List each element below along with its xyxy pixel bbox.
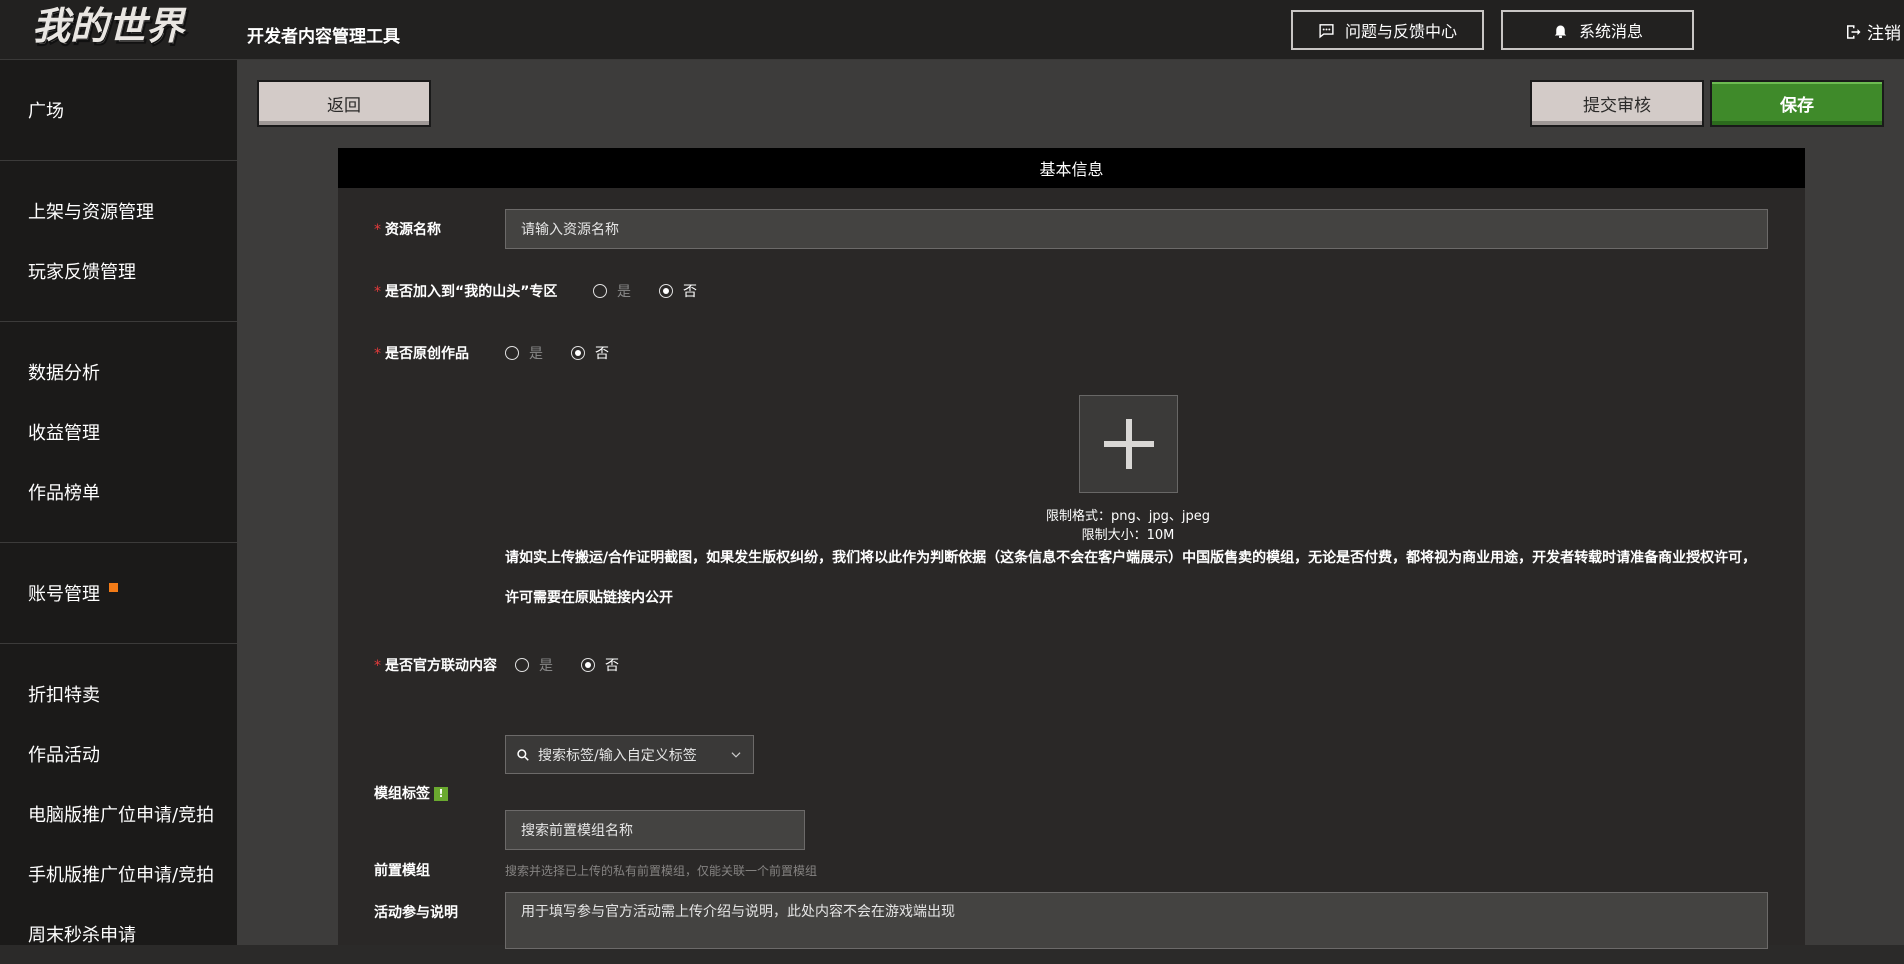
mod-tags-label-text: 模组标签 <box>374 786 430 802</box>
logout-label: 注销 <box>1867 24 1901 44</box>
upload-format-hint: 限制格式：png、jpg、jpeg <box>1046 509 1210 524</box>
official-collab-label: * 是否官方联动内容 <box>374 655 497 675</box>
radio-label: 是 <box>529 346 543 362</box>
search-icon <box>517 748 529 761</box>
sidebar-item-pc-promo[interactable]: 电脑版推广位申请/竞拍 <box>0 784 237 844</box>
logout-icon <box>1847 24 1861 39</box>
sidebar: 广场 上架与资源管理 玩家反馈管理 数据分析 收益管理 作品榜单 账号管理 折扣… <box>0 60 237 946</box>
join-zone-radio-group: 是 否 <box>593 281 725 301</box>
radio-label: 是 <box>617 284 631 300</box>
radio-label: 否 <box>605 658 619 674</box>
tag-search-placeholder: 搜索标签/输入自定义标签 <box>538 747 697 764</box>
bell-icon <box>1554 25 1567 38</box>
basic-info-panel: 基本信息 * 资源名称 请输入资源名称 * 是否加入到“我的山头”专区 是 否 * 是… <box>338 148 1805 949</box>
join-zone-label-text: 是否加入到“我的山头”专区 <box>385 284 558 300</box>
join-zone-label: * 是否加入到“我的山头”专区 <box>374 281 557 301</box>
top-bar: 我的世界 我的世界 开发者内容管理工具 问题与反馈中心 系统消息 注销 <box>0 0 1904 60</box>
app-title: 开发者内容管理工具 <box>247 27 400 47</box>
sidebar-group-analytics: 数据分析 收益管理 作品榜单 <box>0 322 237 543</box>
sidebar-group-resources: 上架与资源管理 玩家反馈管理 <box>0 161 237 322</box>
radio-circle-selected <box>659 284 673 298</box>
radio-circle <box>593 284 607 298</box>
feedback-center-button[interactable]: 问题与反馈中心 <box>1291 10 1484 50</box>
official-collab-label-text: 是否官方联动内容 <box>385 658 497 674</box>
official-collab-yes-radio[interactable]: 是 <box>515 655 553 675</box>
sidebar-item-weekend-flash[interactable]: 周末秒杀申请 <box>0 904 237 964</box>
minecraft-logo[interactable]: 我的世界 我的世界 <box>30 4 205 54</box>
sidebar-item-listing-management[interactable]: 上架与资源管理 <box>0 181 237 241</box>
system-messages-button[interactable]: 系统消息 <box>1501 10 1694 50</box>
sidebar-item-data-analysis[interactable]: 数据分析 <box>0 342 237 402</box>
sidebar-item-rankings[interactable]: 作品榜单 <box>0 462 237 522</box>
radio-circle <box>515 658 529 672</box>
sidebar-group-promotions: 折扣特卖 作品活动 电脑版推广位申请/竞拍 手机版推广位申请/竞拍 周末秒杀申请 <box>0 644 237 964</box>
required-mark: * <box>374 658 381 674</box>
sidebar-item-account-label: 账号管理 <box>28 584 100 605</box>
original-work-label: * 是否原创作品 <box>374 343 469 363</box>
system-messages-label: 系统消息 <box>1578 22 1643 41</box>
sidebar-item-player-feedback[interactable]: 玩家反馈管理 <box>0 241 237 301</box>
sidebar-item-discount-sale[interactable]: 折扣特卖 <box>0 664 237 724</box>
radio-circle-selected <box>581 658 595 672</box>
required-mark: * <box>374 222 381 238</box>
sidebar-group-plaza: 广场 <box>0 60 237 161</box>
prerequisite-help-text: 搜索并选择已上传的私有前置模组，仅能关联一个前置模组 <box>505 864 818 878</box>
upload-proof-button[interactable] <box>1079 395 1178 493</box>
sidebar-item-plaza[interactable]: 广场 <box>0 80 237 140</box>
chat-icon <box>1319 23 1334 38</box>
save-button[interactable]: 保存 <box>1710 80 1884 127</box>
svg-text:我的世界: 我的世界 <box>32 4 187 48</box>
official-collab-no-radio[interactable]: 否 <box>581 655 619 675</box>
resource-name-label-text: 资源名称 <box>385 222 441 238</box>
radio-circle-selected <box>571 346 585 360</box>
radio-label: 否 <box>595 346 609 362</box>
section-title: 基本信息 <box>338 148 1805 188</box>
plus-icon <box>1103 419 1154 469</box>
official-collab-radio-group: 是 否 <box>515 655 647 675</box>
resource-name-input[interactable]: 请输入资源名称 <box>505 209 1768 249</box>
notification-dot <box>109 582 118 592</box>
back-button[interactable]: 返回 <box>257 80 431 127</box>
submit-review-button[interactable]: 提交审核 <box>1530 80 1704 127</box>
main-content: 返回 提交审核 保存 基本信息 * 资源名称 请输入资源名称 * 是否加入到“我的山… <box>237 60 1904 949</box>
sidebar-item-mobile-promo[interactable]: 手机版推广位申请/竞拍 <box>0 844 237 904</box>
activity-description-label: 活动参与说明 <box>374 905 458 921</box>
resource-name-label: * 资源名称 <box>374 219 441 239</box>
original-no-radio[interactable]: 否 <box>571 343 609 363</box>
sidebar-item-revenue[interactable]: 收益管理 <box>0 402 237 462</box>
mod-tags-label: 模组标签! <box>374 783 448 803</box>
tag-search-select[interactable]: 搜索标签/输入自定义标签 <box>505 735 754 774</box>
join-zone-no-radio[interactable]: 否 <box>659 281 697 301</box>
logout-button[interactable]: 注销 <box>1844 19 1901 44</box>
original-work-radio-group: 是 否 <box>505 343 637 363</box>
join-zone-yes-radio[interactable]: 是 <box>593 281 631 301</box>
feedback-center-label: 问题与反馈中心 <box>1344 22 1457 41</box>
copyright-notice-line2: 许可需要在原贴链接内公开 <box>505 590 673 606</box>
prerequisite-mod-input[interactable]: 搜索前置模组名称 <box>505 810 805 850</box>
sidebar-group-account: 账号管理 <box>0 543 237 644</box>
radio-label: 是 <box>539 658 553 674</box>
sidebar-item-account[interactable]: 账号管理 <box>0 563 237 623</box>
original-yes-radio[interactable]: 是 <box>505 343 543 363</box>
info-icon[interactable]: ! <box>434 787 448 801</box>
radio-circle <box>505 346 519 360</box>
original-work-label-text: 是否原创作品 <box>385 346 469 362</box>
activity-description-textarea[interactable]: 用于填写参与官方活动需上传介绍与说明，此处内容不会在游戏端出现 <box>505 892 1768 949</box>
radio-label: 否 <box>683 284 697 300</box>
copyright-notice-line1: 请如实上传搬运/合作证明截图，如果发生版权纠纷，我们将以此作为判断依据（这条信息… <box>505 550 1757 566</box>
required-mark: * <box>374 284 381 300</box>
sidebar-item-activities[interactable]: 作品活动 <box>0 724 237 784</box>
required-mark: * <box>374 346 381 362</box>
prerequisite-mod-label: 前置模组 <box>374 863 430 879</box>
chevron-down-icon <box>731 752 741 758</box>
